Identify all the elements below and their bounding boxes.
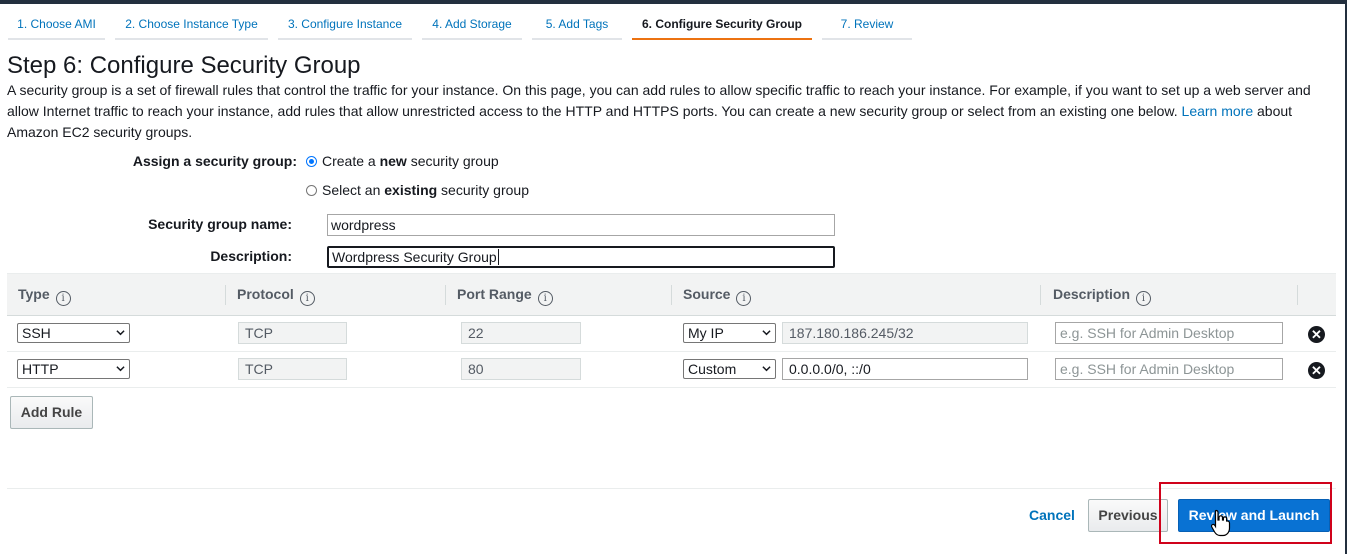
row-divider bbox=[7, 387, 1336, 388]
intro-text: A security group is a set of firewall ru… bbox=[7, 82, 1311, 119]
security-group-name-label: Security group name: bbox=[148, 216, 292, 232]
port-range-field: 22 bbox=[461, 322, 581, 344]
port-range-field: 80 bbox=[461, 358, 581, 380]
tab-add-tags[interactable]: 5. Add Tags bbox=[532, 14, 622, 40]
info-icon[interactable]: i bbox=[299, 291, 315, 306]
col-type: Type i bbox=[18, 274, 71, 315]
cancel-link[interactable]: Cancel bbox=[1029, 507, 1075, 523]
info-icon[interactable]: i bbox=[736, 291, 752, 306]
row-divider bbox=[7, 351, 1336, 352]
source-cidr-field: 187.180.186.245/32 bbox=[782, 322, 1028, 344]
info-icon[interactable]: i bbox=[55, 291, 71, 306]
col-description: Description i bbox=[1053, 274, 1152, 315]
type-select[interactable]: SSH bbox=[17, 323, 130, 343]
assign-security-group-label: Assign a security group: bbox=[132, 153, 297, 169]
source-select[interactable]: Custom bbox=[683, 359, 776, 379]
column-divider bbox=[225, 285, 226, 305]
radio-existing-label: Select an existing security group bbox=[322, 182, 529, 198]
chevron-down-icon bbox=[116, 366, 125, 372]
console-top-bar bbox=[0, 0, 1347, 4]
rule-description-input[interactable]: e.g. SSH for Admin Desktop bbox=[1055, 358, 1283, 380]
chevron-down-icon bbox=[762, 330, 771, 336]
remove-icon[interactable]: ✕ bbox=[1308, 326, 1325, 343]
col-port-range: Port Range i bbox=[457, 274, 553, 315]
info-icon[interactable]: i bbox=[537, 291, 553, 306]
tab-configure-instance[interactable]: 3. Configure Instance bbox=[278, 14, 412, 40]
radio-select-existing-group[interactable]: Select an existing security group bbox=[306, 182, 529, 198]
learn-more-link[interactable]: Learn more bbox=[1182, 103, 1254, 119]
column-divider bbox=[445, 285, 446, 305]
chevron-down-icon bbox=[762, 366, 771, 372]
col-protocol: Protocol i bbox=[237, 274, 315, 315]
radio-button[interactable] bbox=[306, 184, 317, 196]
column-divider bbox=[1297, 285, 1298, 305]
tab-review[interactable]: 7. Review bbox=[822, 14, 912, 40]
protocol-field: TCP bbox=[238, 322, 347, 344]
remove-icon[interactable]: ✕ bbox=[1308, 362, 1325, 379]
footer-divider bbox=[7, 488, 1336, 489]
tab-choose-instance-type[interactable]: 2. Choose Instance Type bbox=[115, 14, 268, 40]
source-select[interactable]: My IP bbox=[683, 323, 776, 343]
page-intro: A security group is a set of firewall ru… bbox=[7, 80, 1327, 143]
col-source: Source i bbox=[683, 274, 752, 315]
rule-description-input[interactable]: e.g. SSH for Admin Desktop bbox=[1055, 322, 1283, 344]
info-icon[interactable]: i bbox=[1136, 291, 1152, 306]
add-rule-button[interactable]: Add Rule bbox=[10, 396, 93, 429]
radio-create-new-group[interactable]: Create a new security group bbox=[306, 153, 499, 169]
description-input[interactable]: Wordpress Security Group bbox=[327, 246, 835, 268]
rules-table-header: Type i Protocol i Port Range i Source i Desc… bbox=[7, 273, 1336, 316]
previous-button[interactable]: Previous bbox=[1088, 499, 1168, 532]
radio-button-selected[interactable] bbox=[306, 155, 317, 167]
column-divider bbox=[671, 285, 672, 305]
hand-cursor-icon bbox=[1210, 509, 1231, 537]
security-group-name-input[interactable]: wordpress bbox=[327, 214, 835, 236]
annotation-highlight-box bbox=[1159, 482, 1332, 544]
tab-choose-ami[interactable]: 1. Choose AMI bbox=[8, 14, 105, 40]
column-divider bbox=[1040, 285, 1041, 305]
source-cidr-input[interactable]: 0.0.0.0/0, ::/0 bbox=[782, 358, 1028, 380]
tab-add-storage[interactable]: 4. Add Storage bbox=[422, 14, 522, 40]
type-select[interactable]: HTTP bbox=[17, 359, 130, 379]
tab-configure-security-group[interactable]: 6. Configure Security Group bbox=[632, 14, 812, 40]
protocol-field: TCP bbox=[238, 358, 347, 380]
description-label: Description: bbox=[210, 248, 292, 264]
radio-create-label: Create a new security group bbox=[322, 153, 499, 169]
page-title: Step 6: Configure Security Group bbox=[7, 52, 361, 79]
chevron-down-icon bbox=[116, 330, 125, 336]
